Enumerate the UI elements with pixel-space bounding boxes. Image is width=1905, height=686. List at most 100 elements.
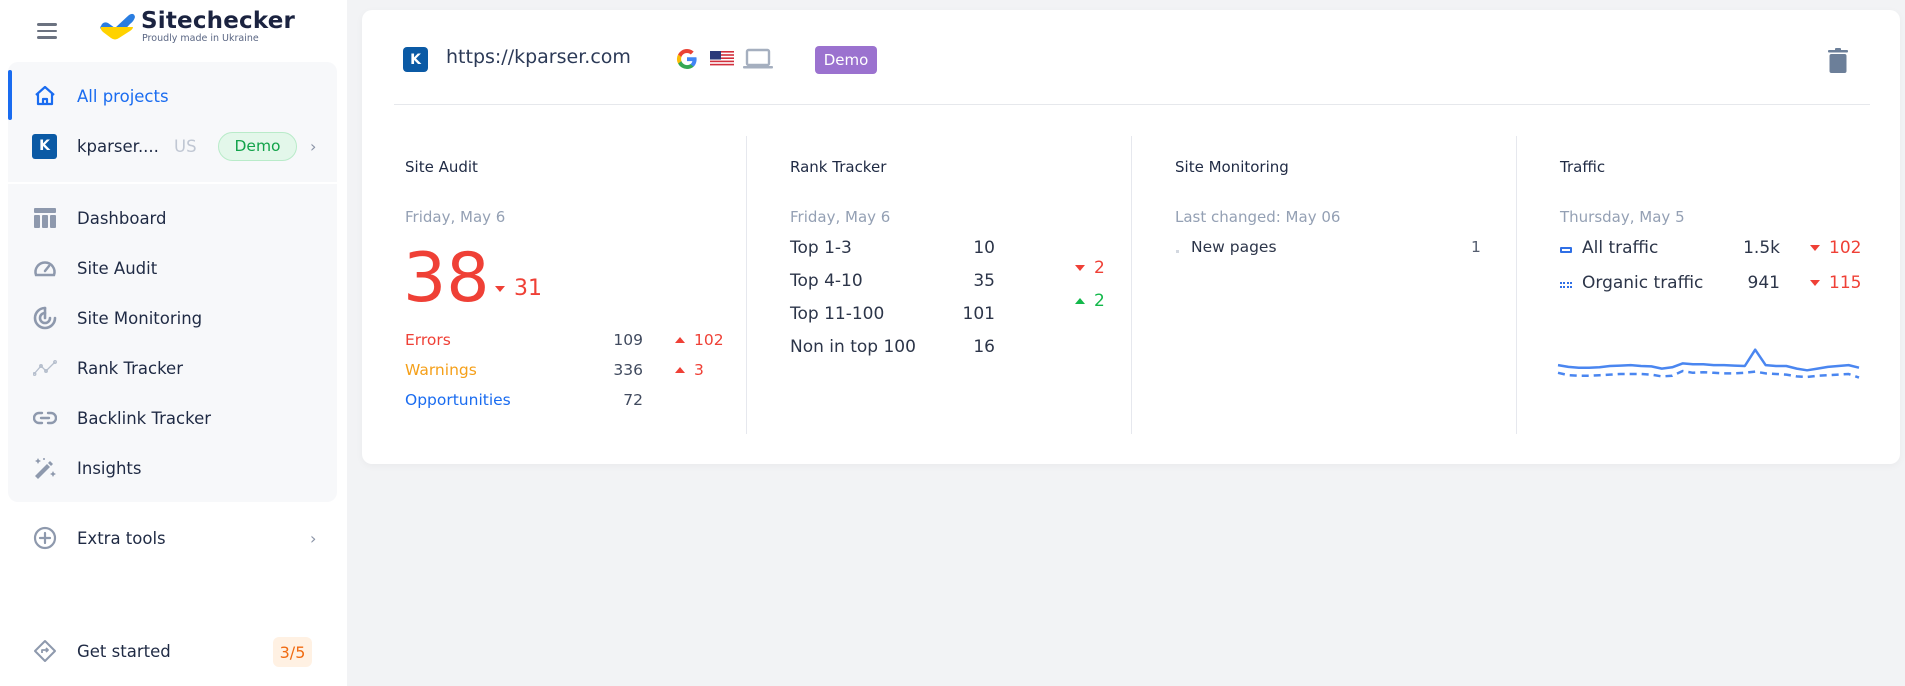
arrow-down-icon: [1810, 280, 1820, 286]
traffic-row: All traffic 1.5k 102: [1560, 238, 1870, 262]
widget-date: Friday, May 6: [790, 208, 891, 226]
project-url-link[interactable]: https://kparser.com: [446, 46, 631, 68]
audit-row-warnings[interactable]: Warnings 336 3: [405, 361, 725, 383]
row-delta: 102: [1810, 238, 1861, 258]
sidebar-item-all-projects[interactable]: All projects: [8, 74, 337, 118]
traffic-sparkline: [1557, 348, 1860, 379]
row-label: Opportunities: [405, 391, 511, 409]
project-country: US: [174, 136, 197, 156]
widget-date: Thursday, May 5: [1560, 208, 1685, 226]
bullet-icon: [1176, 250, 1179, 253]
sidebar-item-extra-tools[interactable]: Extra tools ›: [8, 516, 337, 560]
row-delta: 102: [675, 331, 724, 349]
trash-icon[interactable]: [1827, 48, 1849, 74]
sidebar-item-site-monitoring[interactable]: Site Monitoring: [8, 296, 337, 340]
heart-check-logo-icon: [100, 13, 135, 39]
sidebar: Sitechecker Proudly made in Ukraine All …: [0, 0, 347, 686]
row-label: All traffic: [1582, 238, 1659, 258]
score-delta: 31: [495, 276, 542, 301]
sidebar-item-backlink-tracker[interactable]: Backlink Tracker: [8, 396, 337, 440]
row-label: Top 1-3: [790, 238, 852, 258]
sidebar-item-insights[interactable]: Insights: [8, 446, 337, 490]
plus-circle-icon: [32, 525, 58, 551]
demo-badge: Demo: [218, 131, 297, 161]
widget-title: Site Audit: [405, 158, 478, 176]
row-delta-value: 102: [1829, 238, 1862, 258]
google-icon: [676, 49, 697, 70]
audit-score: 38: [403, 239, 490, 318]
traffic-row: Organic traffic 941 115: [1560, 273, 1870, 297]
magic-wand-icon: [32, 455, 58, 481]
organic-traffic-line: [1557, 369, 1860, 379]
project-card-header: K https://kparser.com Demo: [362, 10, 1900, 104]
dashed-line-legend-icon: [1560, 282, 1572, 288]
sidebar-item-dashboard[interactable]: Dashboard: [8, 196, 337, 240]
radar-icon: [32, 305, 58, 331]
audit-row-errors[interactable]: Errors 109 102: [405, 331, 725, 353]
widget-title: Traffic: [1560, 158, 1606, 176]
project-favicon: K: [403, 47, 428, 72]
row-value: 1: [1471, 238, 1481, 256]
sidebar-item-project[interactable]: K kparser.... US Demo ›: [8, 124, 337, 168]
progress-badge: 3/5: [273, 637, 312, 667]
us-flag-icon: [710, 51, 734, 67]
sidebar-item-label: All projects: [77, 86, 169, 106]
arrow-down-icon: [495, 285, 505, 292]
project-favicon: K: [32, 133, 57, 159]
row-delta: 115: [1810, 273, 1861, 293]
audit-row-opportunities[interactable]: Opportunities 72: [405, 391, 725, 413]
link-icon: [32, 405, 58, 431]
row-label: Warnings: [405, 361, 477, 379]
row-value: 336: [613, 361, 643, 379]
main-content: K https://kparser.com Demo Site Audit Fr…: [347, 0, 1905, 686]
traffic-widget[interactable]: Traffic Thursday, May 5 All traffic 1.5k…: [1517, 136, 1902, 434]
sidebar-item-get-started[interactable]: Get started 3/5: [8, 629, 337, 673]
demo-badge: Demo: [815, 46, 877, 74]
rank-row: Top 11-100 101: [790, 304, 1110, 328]
sidebar-item-rank-tracker[interactable]: Rank Tracker: [8, 346, 337, 390]
divider: [8, 182, 337, 184]
rank-row: Non in top 100 16: [790, 337, 1110, 361]
project-card: K https://kparser.com Demo Site Audit Fr…: [362, 10, 1900, 464]
row-label: Top 11-100: [790, 304, 885, 324]
row-label: Top 4-10: [790, 271, 863, 291]
hamburger-icon-line: [37, 29, 57, 33]
widget-date: Friday, May 6: [405, 208, 506, 226]
sidebar-item-label: Backlink Tracker: [77, 408, 212, 428]
row-delta: 3: [675, 361, 704, 379]
widget-date: Last changed: May 06: [1175, 208, 1341, 226]
widget-title: Rank Tracker: [790, 158, 887, 176]
sidebar-item-label: Site Audit: [77, 258, 158, 278]
menu-toggle-button[interactable]: [37, 21, 59, 41]
gauge-icon: [32, 255, 58, 281]
row-value: 109: [613, 331, 643, 349]
chevron-right-icon: ›: [310, 136, 317, 156]
sidebar-item-site-audit[interactable]: Site Audit: [8, 246, 337, 290]
arrow-up-icon: [675, 367, 685, 373]
row-label: New pages: [1191, 238, 1277, 256]
row-value: 72: [623, 391, 643, 409]
hamburger-icon-line: [37, 23, 57, 26]
sidebar-item-label: Dashboard: [77, 208, 167, 228]
dashboard-icon: [32, 205, 58, 231]
desktop-device-icon: [743, 48, 773, 69]
rank-tracker-widget[interactable]: Rank Tracker Friday, May 6 Top 1-3 10 2 …: [747, 136, 1132, 434]
site-monitoring-widget[interactable]: Site Monitoring Last changed: May 06 New…: [1132, 136, 1517, 434]
score-delta-value: 31: [514, 276, 542, 301]
row-value: 101: [962, 304, 995, 324]
arrow-up-icon: [675, 337, 685, 343]
solid-line-legend-icon: [1560, 247, 1572, 253]
rank-row: Top 1-3 10 2: [790, 238, 1110, 278]
row-label: Errors: [405, 331, 451, 349]
row-delta-value: 102: [694, 331, 724, 349]
all-traffic-line: [1557, 348, 1860, 372]
trend-line-icon: [32, 355, 58, 381]
logo[interactable]: Sitechecker Proudly made in Ukraine: [99, 9, 295, 44]
arrow-down-icon: [1810, 245, 1820, 251]
row-delta-value: 115: [1829, 273, 1862, 293]
home-icon: [32, 83, 58, 109]
site-audit-widget[interactable]: Site Audit Friday, May 6 38 31 Errors 10…: [362, 136, 747, 434]
rank-row: Top 4-10 35 2: [790, 271, 1110, 311]
sidebar-item-label: Site Monitoring: [77, 308, 203, 328]
row-value: 941: [1747, 273, 1780, 293]
